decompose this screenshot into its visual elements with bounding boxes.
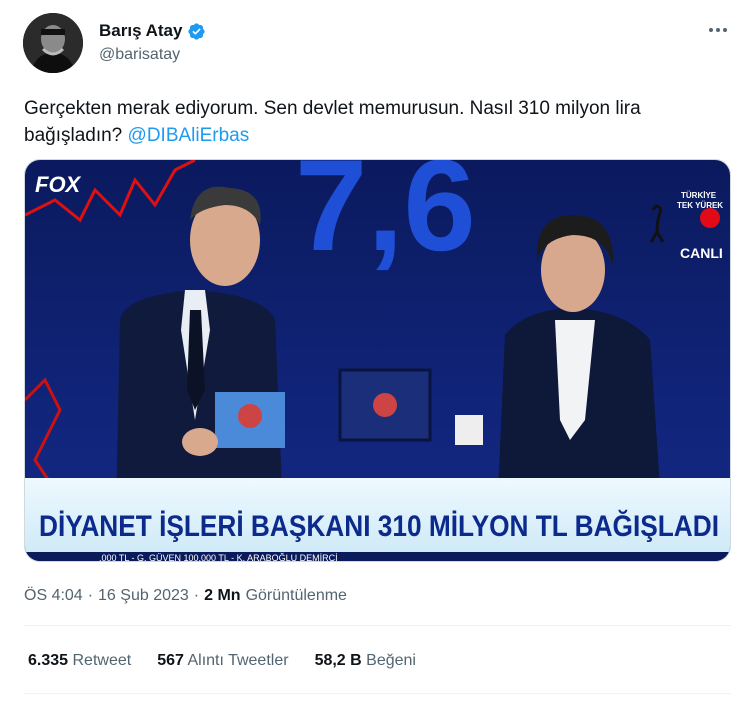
tweet-media[interactable]: 7,6 FOX TÜRKİYE TEK YÜREK CANLI DİYANET … — [24, 159, 731, 562]
verified-badge-icon — [188, 22, 206, 40]
media-image: 7,6 FOX TÜRKİYE TEK YÜREK CANLI DİYANET … — [25, 160, 730, 562]
media-badge-line1: TÜRKİYE — [681, 191, 717, 200]
likes-count: 58,2 B — [314, 652, 362, 669]
mention-link[interactable]: @DIBAliErbas — [128, 125, 250, 146]
meta-separator: · — [87, 587, 94, 604]
meta-separator: · — [193, 587, 200, 604]
media-crawl-text: .000 TL - G. GÜVEN 100.000 TL - K. ARABO… — [99, 553, 338, 562]
retweets-label: Retweet — [72, 652, 132, 669]
author-handle[interactable]: @barisatay — [99, 46, 180, 64]
media-big-number: 7,6 — [295, 160, 476, 278]
tweet-text-body: Gerçekten merak ediyorum. Sen devlet mem… — [24, 98, 641, 146]
retweets-count: 6.335 — [28, 652, 69, 669]
tweet-meta: ÖS 4:04 · 16 Şub 2023 · 2 Mn Görüntülenm… — [24, 587, 347, 605]
likes-label: Beğeni — [366, 652, 416, 669]
divider — [24, 625, 731, 626]
quotes-stat[interactable]: 567 Alıntı Tweetler — [157, 652, 288, 670]
views-label: Görüntülenme — [245, 587, 347, 604]
tweet-stats: 6.335 Retweet 567 Alıntı Tweetler 58,2 B… — [28, 652, 416, 670]
media-channel-logo: FOX — [35, 172, 82, 197]
author-name-row[interactable]: Barış Atay — [99, 21, 206, 41]
likes-stat[interactable]: 58,2 B Beğeni — [315, 652, 416, 670]
media-ticker-headline: DİYANET İŞLERİ BAŞKANI 310 MİLYON TL BAĞ… — [39, 509, 719, 543]
tweet-text: Gerçekten merak ediyorum. Sen devlet mem… — [24, 95, 734, 149]
author-display-name[interactable]: Barış Atay — [99, 21, 182, 41]
views-count: 2 Mn — [204, 587, 241, 604]
divider — [24, 693, 731, 694]
media-badge-line2: TEK YÜREK — [677, 201, 723, 210]
avatar-image — [23, 13, 83, 73]
tweet-time[interactable]: ÖS 4:04 — [24, 587, 83, 605]
quotes-count: 567 — [157, 652, 184, 669]
quotes-label: Alıntı Tweetler — [187, 652, 289, 669]
avatar[interactable] — [23, 13, 83, 73]
tweet-date[interactable]: 16 Şub 2023 — [98, 587, 189, 605]
media-badge-live: CANLI — [680, 245, 723, 261]
more-options-icon[interactable] — [705, 20, 731, 40]
retweets-stat[interactable]: 6.335 Retweet — [28, 652, 131, 670]
